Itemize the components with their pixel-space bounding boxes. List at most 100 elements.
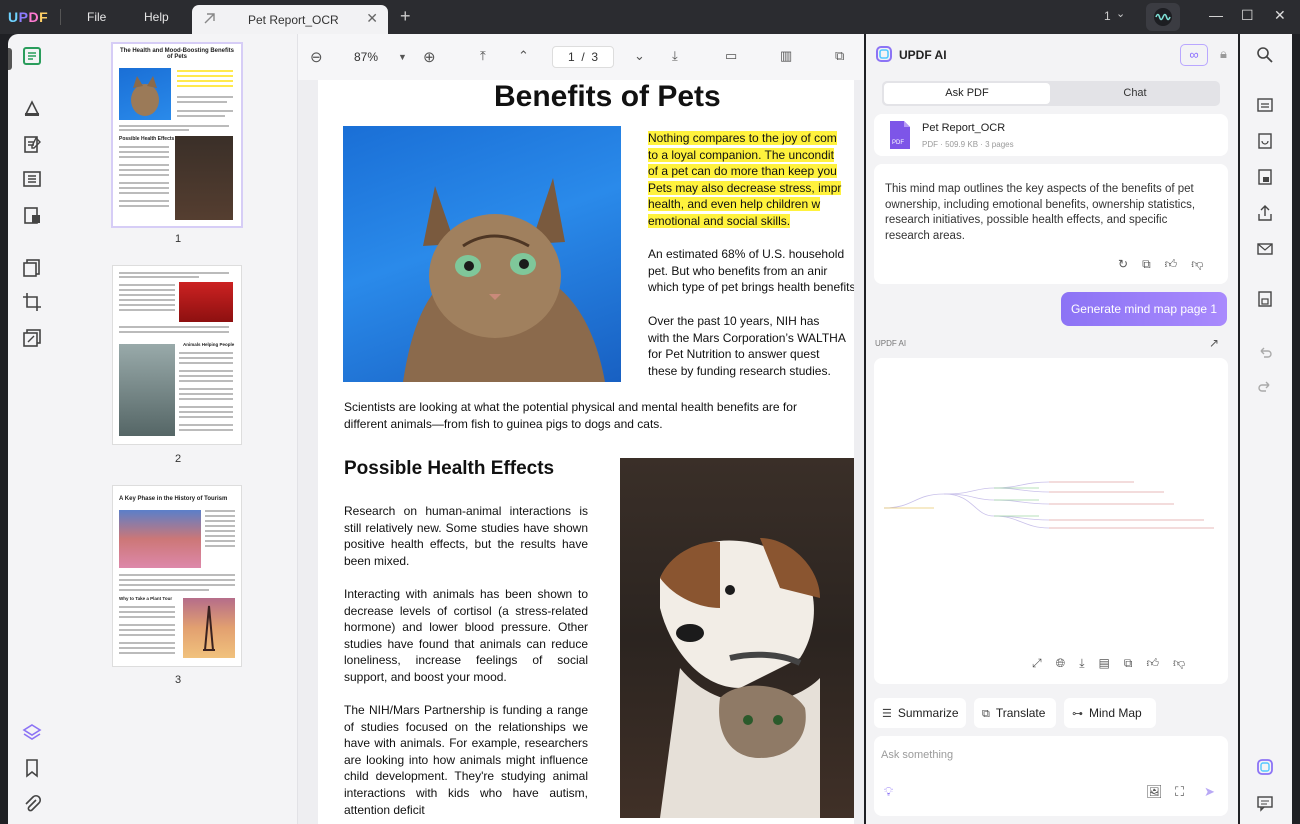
right-tool-rail xyxy=(1240,34,1292,824)
section-heading: Possible Health Effects xyxy=(344,458,555,479)
organize-pages-icon[interactable] xyxy=(22,169,42,189)
send-icon[interactable]: ➤ xyxy=(1204,784,1215,800)
lightbulb-icon[interactable]: 💡︎ xyxy=(884,784,893,800)
highlighted-line: health, and even help children w xyxy=(648,197,821,212)
zoom-level[interactable]: 87% xyxy=(354,50,378,64)
window-count[interactable]: 1 xyxy=(1104,9,1111,23)
copy-icon[interactable]: ⧉ xyxy=(1124,656,1133,671)
attached-file-card[interactable]: PDF Pet Report_OCR PDF · 509.9 KB · 3 pa… xyxy=(874,114,1228,156)
first-page-icon[interactable]: ⤒ xyxy=(480,48,486,64)
note-icon[interactable]: ▤ xyxy=(1099,656,1110,671)
ocr-icon[interactable] xyxy=(1256,96,1274,114)
left-tool-rail xyxy=(8,34,56,824)
page-separator: / xyxy=(581,50,585,64)
presentation-icon[interactable]: ▭ xyxy=(725,48,737,64)
search-icon[interactable] xyxy=(1256,46,1274,64)
menu-help[interactable]: Help xyxy=(144,10,169,24)
ai-response-card: This mind map outlines the key aspects o… xyxy=(874,164,1228,284)
maximize-icon[interactable]: ☐ xyxy=(1241,7,1254,24)
tab-chat[interactable]: Chat xyxy=(1052,83,1218,104)
crop-icon[interactable] xyxy=(22,292,42,312)
page-number-field[interactable]: 1 / 3 xyxy=(552,46,614,68)
attachment-icon[interactable] xyxy=(22,794,42,814)
thumb-pink-car-image xyxy=(119,510,201,568)
infinity-icon[interactable]: ∞ xyxy=(1180,44,1208,66)
mind-map-icon: ⊶ xyxy=(1072,708,1083,720)
research-paragraph: Research on human-animal interactions is… xyxy=(344,504,588,568)
convert-icon[interactable] xyxy=(22,258,42,278)
thumbs-down-icon[interactable]: 👎︎ xyxy=(1173,656,1185,671)
thumb-section: Animals Helping People xyxy=(183,342,235,347)
comment-list-icon[interactable] xyxy=(1256,794,1274,812)
reader-mode-icon[interactable] xyxy=(22,46,42,66)
form-tool-icon[interactable] xyxy=(22,205,42,225)
thumbnail-page-2[interactable]: Animals Helping People xyxy=(113,266,241,444)
ai-response-text: This mind map outlines the key aspects o… xyxy=(885,183,1196,242)
download-icon[interactable]: ⤓ xyxy=(1079,656,1084,671)
page-layout-icon[interactable]: ▥ xyxy=(780,48,792,64)
document-title: Benefits of Pets xyxy=(494,80,721,113)
zoom-dropdown-icon[interactable]: ▼ xyxy=(398,52,407,62)
share-icon[interactable] xyxy=(1256,204,1274,222)
mind-map-label: Mind Map xyxy=(1089,706,1142,720)
email-icon[interactable] xyxy=(1256,240,1274,258)
thumbs-up-icon[interactable]: 👍︎ xyxy=(1146,656,1159,671)
mind-map-preview[interactable] xyxy=(874,358,1228,684)
screenshot-icon[interactable]: ⛶ xyxy=(1175,784,1184,800)
thumbnail-page-1[interactable]: The Health and Mood-Boosting Benefits of… xyxy=(113,44,241,226)
ai-assistant-badge[interactable] xyxy=(1146,3,1180,31)
layers-icon[interactable] xyxy=(22,722,42,742)
document-tab[interactable]: Pet Report_OCR ✕ xyxy=(192,5,388,34)
new-tab-icon[interactable]: + xyxy=(400,6,411,27)
file-name: Pet Report_OCR xyxy=(922,122,1006,134)
thumbs-down-icon[interactable]: 👎︎ xyxy=(1191,257,1203,272)
regenerate-icon[interactable]: ↻ xyxy=(1118,257,1128,272)
cat-photo xyxy=(343,126,621,382)
translate-button[interactable]: ⧉ Translate xyxy=(974,698,1056,728)
edit-pdf-icon[interactable] xyxy=(22,134,42,154)
thumb-section: Possible Health Effects xyxy=(119,136,175,142)
bookmark-icon[interactable] xyxy=(22,758,42,778)
summarize-button[interactable]: ☰ Summarize xyxy=(874,698,966,728)
thumbnail-page-3[interactable]: A Key Phase in the History of Tourism Wh… xyxy=(113,486,241,666)
thumb-cat-flower-image xyxy=(119,344,175,436)
comment-tool-icon[interactable] xyxy=(22,98,42,118)
close-window-icon[interactable]: ✕ xyxy=(1274,7,1286,24)
thumbs-up-icon[interactable]: 👍︎ xyxy=(1165,257,1178,272)
highlighted-line: Pets may also decrease stress, impr xyxy=(648,180,842,195)
image-upload-icon[interactable]: 🖼︎ xyxy=(1146,784,1163,800)
prev-page-icon[interactable]: ⌃ xyxy=(518,48,529,64)
undo-icon[interactable] xyxy=(1256,344,1274,362)
open-external-icon[interactable]: ↗ xyxy=(1209,336,1219,350)
save-icon[interactable] xyxy=(1256,290,1274,308)
next-page-icon[interactable]: ⌄ xyxy=(634,48,645,64)
highlighted-line: Nothing compares to the joy of com xyxy=(648,131,837,145)
zoom-in-icon[interactable]: ⊕ xyxy=(423,48,436,66)
tab-doc-icon xyxy=(204,13,215,24)
redo-icon[interactable] xyxy=(1256,378,1274,396)
menu-file[interactable]: File xyxy=(87,10,106,24)
mind-map-card: ⤢ 🌐︎ ⤓ ▤ ⧉ 👍︎ 👎︎ xyxy=(874,358,1228,684)
minimize-icon[interactable]: — xyxy=(1209,7,1223,23)
updf-ai-icon[interactable] xyxy=(1256,758,1274,776)
mind-map-button[interactable]: ⊶ Mind Map xyxy=(1064,698,1156,728)
zoom-out-icon[interactable]: ⊖ xyxy=(310,48,323,66)
text-line: Over the past 10 years, NIH has xyxy=(648,314,820,328)
ask-input[interactable]: Ask something 💡︎ 🖼︎ ⛶ ➤ xyxy=(874,736,1228,816)
thumb-dog-image xyxy=(175,136,233,220)
tab-ask-pdf[interactable]: Ask PDF xyxy=(884,83,1050,104)
responder-label: UPDF AI xyxy=(875,339,907,348)
lock-icon[interactable]: 🔒︎ xyxy=(1220,46,1227,62)
thumb-title: The Health and Mood-Boosting Benefits of… xyxy=(120,48,234,60)
chevron-down-icon[interactable]: ⌄ xyxy=(1116,7,1125,20)
expand-icon[interactable]: ⤢ xyxy=(1032,656,1042,671)
text-line: pet. But who benefits from an anir xyxy=(648,263,828,278)
globe-icon[interactable]: 🌐︎ xyxy=(1056,656,1066,671)
translate-ocr-icon[interactable]: ⧉ xyxy=(835,48,844,64)
protect-icon[interactable] xyxy=(1256,168,1274,186)
compress-icon[interactable] xyxy=(22,328,42,348)
tab-close-icon[interactable]: ✕ xyxy=(366,10,378,27)
copy-icon[interactable]: ⧉ xyxy=(1142,257,1151,272)
last-page-icon[interactable]: ⤓ xyxy=(672,48,678,64)
convert-pdf-icon[interactable] xyxy=(1256,132,1274,150)
